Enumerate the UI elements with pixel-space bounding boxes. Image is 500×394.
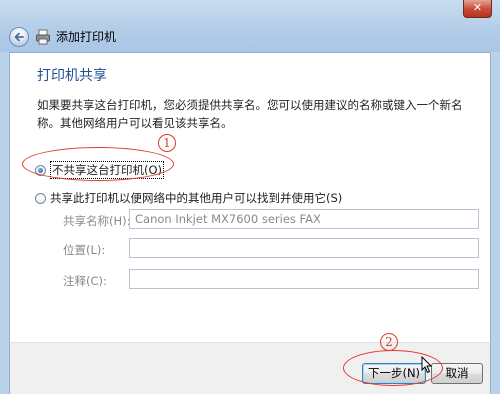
wizard-content: 打印机共享 如果要共享这台打印机，您必须提供共享名。您可以使用建议的名称或键入一… [9,52,491,342]
share-option[interactable]: 共享此打印机以便网络中的其他用户可以找到并使用它(S) [35,190,342,206]
step1-marker: 1 [158,134,176,152]
page-heading: 打印机共享 [37,68,107,84]
comment-input[interactable] [129,269,479,289]
page-description: 如果要共享这台打印机，您必须提供共享名。您可以使用建议的名称或键入一个新名称。其… [37,98,463,130]
share-label: 共享此打印机以便网络中的其他用户可以找到并使用它(S) [50,191,343,205]
location-input[interactable] [129,238,479,258]
back-button[interactable] [9,27,29,47]
share-name-label: 共享名称(H): [63,214,131,228]
add-printer-window: ✕ 添加打印机 打印机共享 如果要共享这台打印机，您必须提供共享名。您可以使用建… [0,0,500,394]
step2-marker: 2 [380,333,398,351]
window-title: 添加打印机 [56,30,117,44]
share-radio[interactable] [35,192,46,204]
back-arrow-icon [14,32,24,42]
printer-icon [36,29,50,45]
comment-label: 注释(C): [63,274,107,288]
close-icon: ✕ [472,1,483,14]
step1-highlight-ellipse [22,147,174,181]
close-button[interactable]: ✕ [463,0,492,18]
window-frame-top: ✕ 添加打印机 [0,0,500,52]
share-name-input[interactable]: Canon Inkjet MX7600 series FAX [129,209,479,229]
location-label: 位置(L): [63,243,106,257]
mouse-pointer-icon [421,356,433,374]
